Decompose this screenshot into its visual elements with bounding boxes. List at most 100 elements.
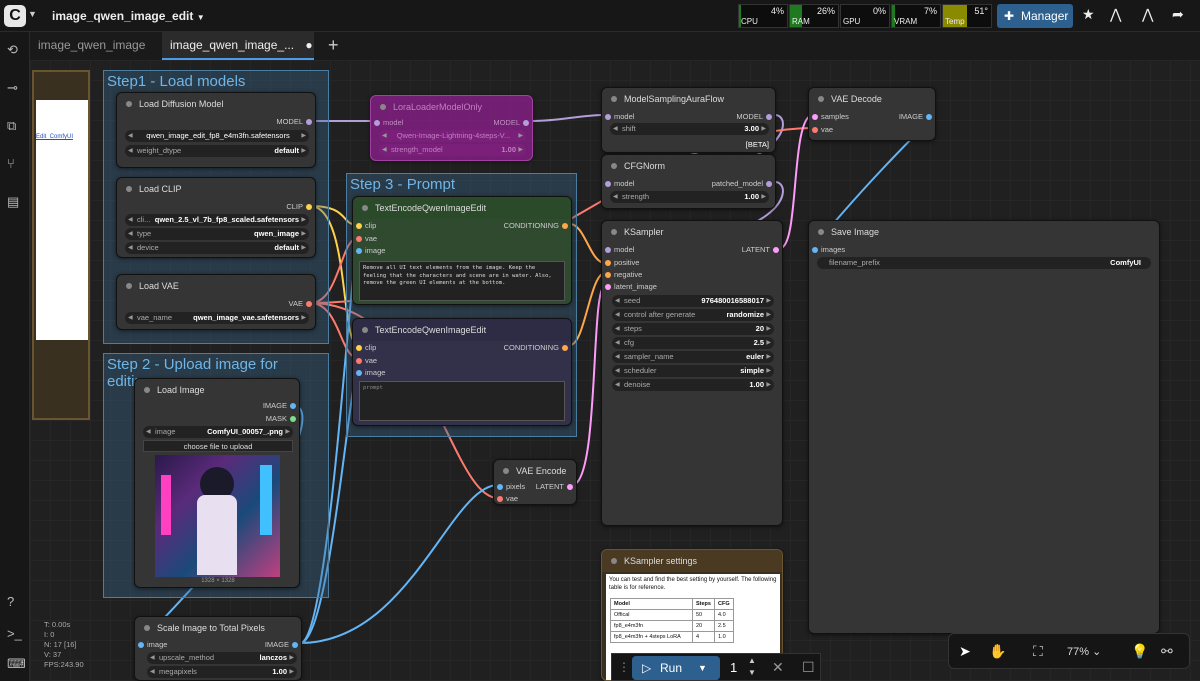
node-load-image[interactable]: Load Image IMAGE MASK image ComfyUI_00057… xyxy=(134,378,300,588)
workflow-title[interactable]: image_qwen_image_edit ▼ xyxy=(52,9,205,23)
prompt-textarea[interactable]: Remove all UI text elements from the ima… xyxy=(359,261,565,301)
output-image[interactable]: IMAGE xyxy=(899,112,935,121)
filename-prefix-widget[interactable]: filename_prefix ComfyUI xyxy=(817,257,1151,269)
node-ksampler[interactable]: KSampler model positive negative latent_… xyxy=(601,220,783,526)
input-model[interactable]: model xyxy=(602,179,634,188)
megapixels-widget[interactable]: megapixels 1.00 xyxy=(147,666,297,678)
models-icon[interactable]: ⧉ xyxy=(7,118,16,134)
denoise-widget[interactable]: denoise 1.00 xyxy=(612,379,774,391)
input-negative[interactable]: negative xyxy=(602,270,642,279)
input-pixels[interactable]: pixels xyxy=(494,482,525,491)
input-model[interactable]: model xyxy=(602,112,634,121)
workflows-icon[interactable]: ⑂ xyxy=(7,156,15,171)
output-model[interactable]: MODEL xyxy=(736,112,775,121)
output-vae[interactable]: VAE xyxy=(289,299,315,308)
input-vae[interactable]: vae xyxy=(353,356,377,365)
input-images[interactable]: images xyxy=(809,245,845,254)
vae-name-widget[interactable]: vae_name qwen_image_vae.safetensors xyxy=(125,312,309,324)
node-model-sampling[interactable]: ModelSamplingAuraFlow model MODEL shift 3… xyxy=(601,87,776,153)
node-vae-encode[interactable]: VAE Encode pixels vae LATENT xyxy=(493,459,577,505)
lora-name-widget[interactable]: Qwen-Image-Lightning-4steps-V... xyxy=(379,130,526,142)
image-widget[interactable]: image ComfyUI_00057_.png xyxy=(143,426,293,438)
output-model[interactable]: MODEL xyxy=(276,117,315,126)
input-vae[interactable]: vae xyxy=(494,494,518,503)
stop-icon[interactable]: ☐ xyxy=(802,659,815,676)
keyboard-icon[interactable]: ⌨ xyxy=(7,656,26,672)
scheduler-widget[interactable]: scheduler simple xyxy=(612,365,774,377)
comfy-logo-icon[interactable]: C xyxy=(4,5,26,27)
prompt-textarea[interactable]: prompt xyxy=(359,381,565,421)
control-after-generate-widget[interactable]: control after generate randomize xyxy=(612,309,774,321)
node-save-image[interactable]: Save Image images filename_prefix ComfyUI xyxy=(808,220,1160,634)
input-vae[interactable]: vae xyxy=(809,125,833,134)
output-conditioning[interactable]: CONDITIONING xyxy=(504,221,571,230)
stepper-icon[interactable]: ▲ ▼ xyxy=(748,655,756,679)
hat-icon-2[interactable]: ⋀ xyxy=(1142,6,1153,23)
input-clip[interactable]: clip xyxy=(353,221,376,230)
lightbulb-icon[interactable]: 💡 xyxy=(1131,643,1148,660)
input-image[interactable]: image xyxy=(353,368,385,377)
help-icon[interactable]: ? xyxy=(7,594,14,609)
strength-widget[interactable]: strength 1.00 xyxy=(610,191,769,203)
history-icon[interactable]: ⟲ xyxy=(7,42,18,58)
node-vae-decode[interactable]: VAE Decode samples vae IMAGE xyxy=(808,87,936,141)
input-model[interactable]: model xyxy=(371,118,403,127)
type-widget[interactable]: type qwen_image xyxy=(125,228,309,240)
shift-widget[interactable]: shift 3.00 xyxy=(610,123,769,135)
output-image[interactable]: IMAGE xyxy=(265,640,301,649)
input-samples[interactable]: samples xyxy=(809,112,849,121)
node-load-clip[interactable]: Load CLIP CLIP cli...qwen_2.5_vl_7b_fp8_… xyxy=(116,177,316,258)
link-visibility-icon[interactable]: ⚯ xyxy=(1161,643,1173,660)
node-library-icon[interactable]: ⊸ xyxy=(7,80,18,96)
fit-view-icon[interactable]: ⛶ xyxy=(1033,643,1043,660)
chevron-down-icon[interactable]: ▼ xyxy=(698,656,707,680)
node-scale-image[interactable]: Scale Image to Total Pixels image IMAGE … xyxy=(134,616,302,681)
node-load-diffusion[interactable]: Load Diffusion Model MODEL qwen_image_ed… xyxy=(116,92,316,168)
graph-canvas[interactable]: Edit_ComfyUI Step1 - Load models Step 2 … xyxy=(30,60,1200,681)
output-mask[interactable]: MASK xyxy=(266,414,299,423)
terminal-icon[interactable]: >_ xyxy=(7,626,22,641)
pan-hand-icon[interactable]: ✋ xyxy=(989,643,1006,660)
cfg-widget[interactable]: cfg 2.5 xyxy=(612,337,774,349)
input-image[interactable]: image xyxy=(135,640,167,649)
output-latent[interactable]: LATENT xyxy=(742,245,782,254)
star-icon[interactable]: ★ xyxy=(1082,6,1095,23)
templates-icon[interactable]: ▤ xyxy=(7,194,19,210)
cancel-icon[interactable]: ✕ xyxy=(772,659,784,676)
node-cfgnorm[interactable]: CFGNorm model patched_model strength 1.00 xyxy=(601,154,776,209)
input-image[interactable]: image xyxy=(353,246,385,255)
sampler-name-widget[interactable]: sampler_name euler xyxy=(612,351,774,363)
unet-widget[interactable]: qwen_image_edit_fp8_e4m3fn.safetensors xyxy=(125,130,309,142)
node-text-encode-negative[interactable]: TextEncodeQwenImageEdit clip vae image C… xyxy=(352,318,572,426)
drag-handle-icon[interactable]: ⋮ xyxy=(618,660,630,674)
upscale-method-widget[interactable]: upscale_method lanczos xyxy=(147,652,297,664)
output-clip[interactable]: CLIP xyxy=(286,202,315,211)
clip-name-widget[interactable]: cli...qwen_2.5_vl_7b_fp8_scaled.safetens… xyxy=(125,214,309,226)
chevron-down-icon[interactable]: ▼ xyxy=(28,9,37,19)
input-model[interactable]: model xyxy=(602,245,634,254)
node-load-vae[interactable]: Load VAE VAE vae_name qwen_image_vae.safe… xyxy=(116,274,316,330)
output-conditioning[interactable]: CONDITIONING xyxy=(504,343,571,352)
input-positive[interactable]: positive xyxy=(602,258,639,267)
seed-widget[interactable]: seed 976480016588017 xyxy=(612,295,774,307)
output-image[interactable]: IMAGE xyxy=(263,401,299,410)
device-widget[interactable]: device default xyxy=(125,242,309,254)
input-clip[interactable]: clip xyxy=(353,343,376,352)
node-text-encode-positive[interactable]: TextEncodeQwenImageEdit clip vae image C… xyxy=(352,196,572,305)
run-button[interactable]: ▷ Run ▼ xyxy=(632,656,720,680)
strength-model-widget[interactable]: strength_model 1.00 xyxy=(379,144,526,156)
new-tab-button[interactable]: + xyxy=(320,32,344,60)
zoom-level[interactable]: 77% ⌄ xyxy=(1067,645,1101,658)
select-mode-icon[interactable]: ➤ xyxy=(959,643,971,660)
output-patched-model[interactable]: patched_model xyxy=(712,179,775,188)
upload-button[interactable]: choose file to upload xyxy=(143,440,293,452)
tab-workflow-2[interactable]: image_qwen_image_... ● xyxy=(162,32,314,60)
steps-widget[interactable]: steps 20 xyxy=(612,323,774,335)
input-latent-image[interactable]: latent_image xyxy=(602,282,657,291)
tab-workflow-1[interactable]: image_qwen_image ● xyxy=(30,32,160,78)
output-model[interactable]: MODEL xyxy=(493,118,532,127)
output-latent[interactable]: LATENT xyxy=(536,482,576,491)
note-link[interactable]: Edit_ComfyUI xyxy=(36,134,73,140)
manager-button[interactable]: ✚ Manager xyxy=(997,4,1073,28)
input-vae[interactable]: vae xyxy=(353,234,377,243)
